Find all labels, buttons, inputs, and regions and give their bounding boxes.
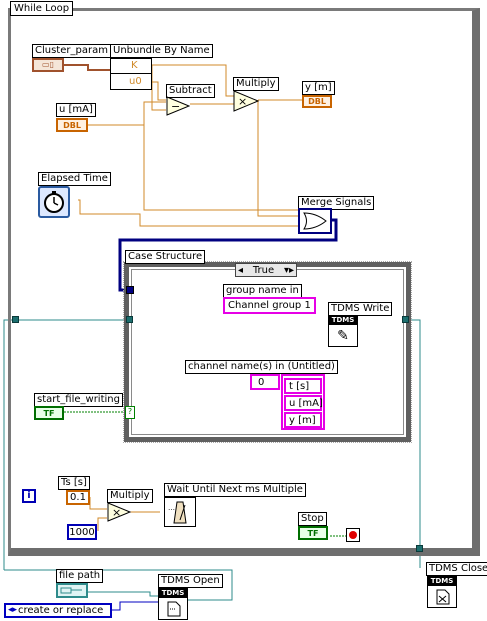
elapsed-time-label: Elapsed Time	[38, 172, 111, 186]
ts-control[interactable]: 0.1	[66, 490, 90, 505]
unbundle-label: Unbundle By Name	[110, 44, 213, 58]
svg-text:…: …	[168, 504, 175, 512]
stop-circle-icon	[349, 531, 357, 539]
path-icon	[60, 587, 82, 594]
case-left-tunnel	[126, 316, 133, 323]
case-selector-value: True	[252, 264, 275, 276]
file-path-label: file path	[56, 569, 104, 583]
iteration-terminal: i	[22, 489, 36, 503]
unbundle-out-u0: u0	[129, 76, 142, 87]
multiply-icon: ×	[238, 95, 247, 108]
tdms-write-band: TDMS	[329, 316, 357, 325]
channel-array-index[interactable]: 0	[250, 374, 280, 390]
merge-icon	[303, 212, 327, 230]
start-file-writing-control[interactable]: TF	[34, 406, 64, 420]
path-wire	[88, 591, 158, 597]
case-selector-left-arrow[interactable]: ◂	[238, 265, 243, 276]
multiply-bottom-icon: ×	[112, 506, 121, 519]
unbundle-out-k: K	[111, 59, 151, 74]
multiply-bottom-label: Multiply	[107, 489, 153, 503]
y-m-indicator: DBL	[302, 95, 332, 108]
u-ma-control[interactable]: DBL	[56, 118, 88, 132]
channel-item-0[interactable]: t [s]	[284, 378, 322, 394]
enum-wire	[112, 601, 158, 611]
start-file-writing-label: start_file_writing	[34, 393, 123, 407]
multiply-bottom-node[interactable]: ×	[107, 502, 131, 522]
stop-control[interactable]: TF	[298, 526, 328, 540]
case-selector-right-arrow[interactable]: ▾▸	[284, 265, 294, 276]
group-name-label: group name in	[223, 284, 302, 298]
cluster-icon: ▭▯	[42, 60, 54, 69]
block-diagram: While Loop Case Structure ◂ True ▾▸ Clus…	[0, 0, 487, 621]
tdms-open-band: TDMS	[159, 589, 187, 598]
channel-names-label: channel name(s) in (Untitled)	[185, 360, 338, 374]
subtract-node[interactable]: −	[166, 96, 190, 116]
merge-signals-node[interactable]	[298, 208, 332, 234]
stop-label: Stop	[298, 512, 327, 526]
y-m-label: y [m]	[302, 81, 335, 95]
tdms-write-node[interactable]: TDMS ✎	[328, 315, 358, 347]
multiply-top-label: Multiply	[233, 77, 279, 91]
cluster-param-control[interactable]: ▭▯	[32, 58, 64, 72]
tdms-open-node[interactable]: TDMS	[158, 588, 188, 620]
wait-label: Wait Until Next ms Multiple	[164, 483, 306, 497]
tdms-close-label: TDMS Close	[426, 562, 487, 576]
tdms-close-band: TDMS	[428, 577, 456, 586]
file-path-control[interactable]	[56, 583, 88, 598]
case-selector-terminal: ?	[125, 406, 135, 419]
channel-item-1[interactable]: u [mA]	[284, 395, 323, 411]
tdms-open-label: TDMS Open	[158, 574, 223, 588]
open-operation-value: create or replace	[18, 605, 104, 616]
tdms-close-node[interactable]: TDMS	[427, 576, 457, 608]
metronome-icon: …	[168, 501, 187, 524]
pencil-icon: ✎	[337, 328, 349, 344]
channel-array-constant: t [s] u [mA] y [m]	[281, 374, 325, 430]
while-loop-label: While Loop	[10, 1, 74, 16]
case-dynamic-tunnel	[126, 286, 134, 294]
enum-arrows-icon: ◂▸	[8, 605, 18, 615]
ts-label: Ts [s]	[58, 476, 90, 490]
u-ma-label: u [mA]	[56, 103, 96, 117]
ms-multiplier-constant[interactable]: 1000	[67, 524, 97, 540]
open-operation-enum[interactable]: ◂▸ create or replace	[4, 603, 112, 618]
group-name-constant[interactable]: Channel group 1	[223, 297, 316, 314]
channel-item-2[interactable]: y [m]	[284, 412, 322, 428]
close-file-icon	[436, 589, 450, 605]
subtract-icon: −	[171, 100, 180, 113]
case-selector[interactable]: ◂ True ▾▸	[235, 263, 297, 277]
case-right-tunnel	[402, 316, 409, 323]
cluster-param-label: Cluster_param	[32, 44, 111, 58]
open-file-icon	[167, 601, 181, 617]
tdms-write-label: TDMS Write	[328, 302, 393, 316]
elapsed-time-express-vi[interactable]	[38, 186, 70, 218]
loop-left-tunnel	[12, 316, 19, 323]
unbundle-by-name[interactable]: K u0	[110, 58, 152, 90]
wait-node[interactable]: …	[164, 497, 196, 527]
stopwatch-icon	[44, 191, 64, 213]
loop-condition-terminal	[346, 528, 360, 542]
loop-right-tunnel	[416, 545, 423, 552]
case-structure-label: Case Structure	[125, 250, 206, 264]
multiply-top-node[interactable]: ×	[233, 90, 259, 112]
